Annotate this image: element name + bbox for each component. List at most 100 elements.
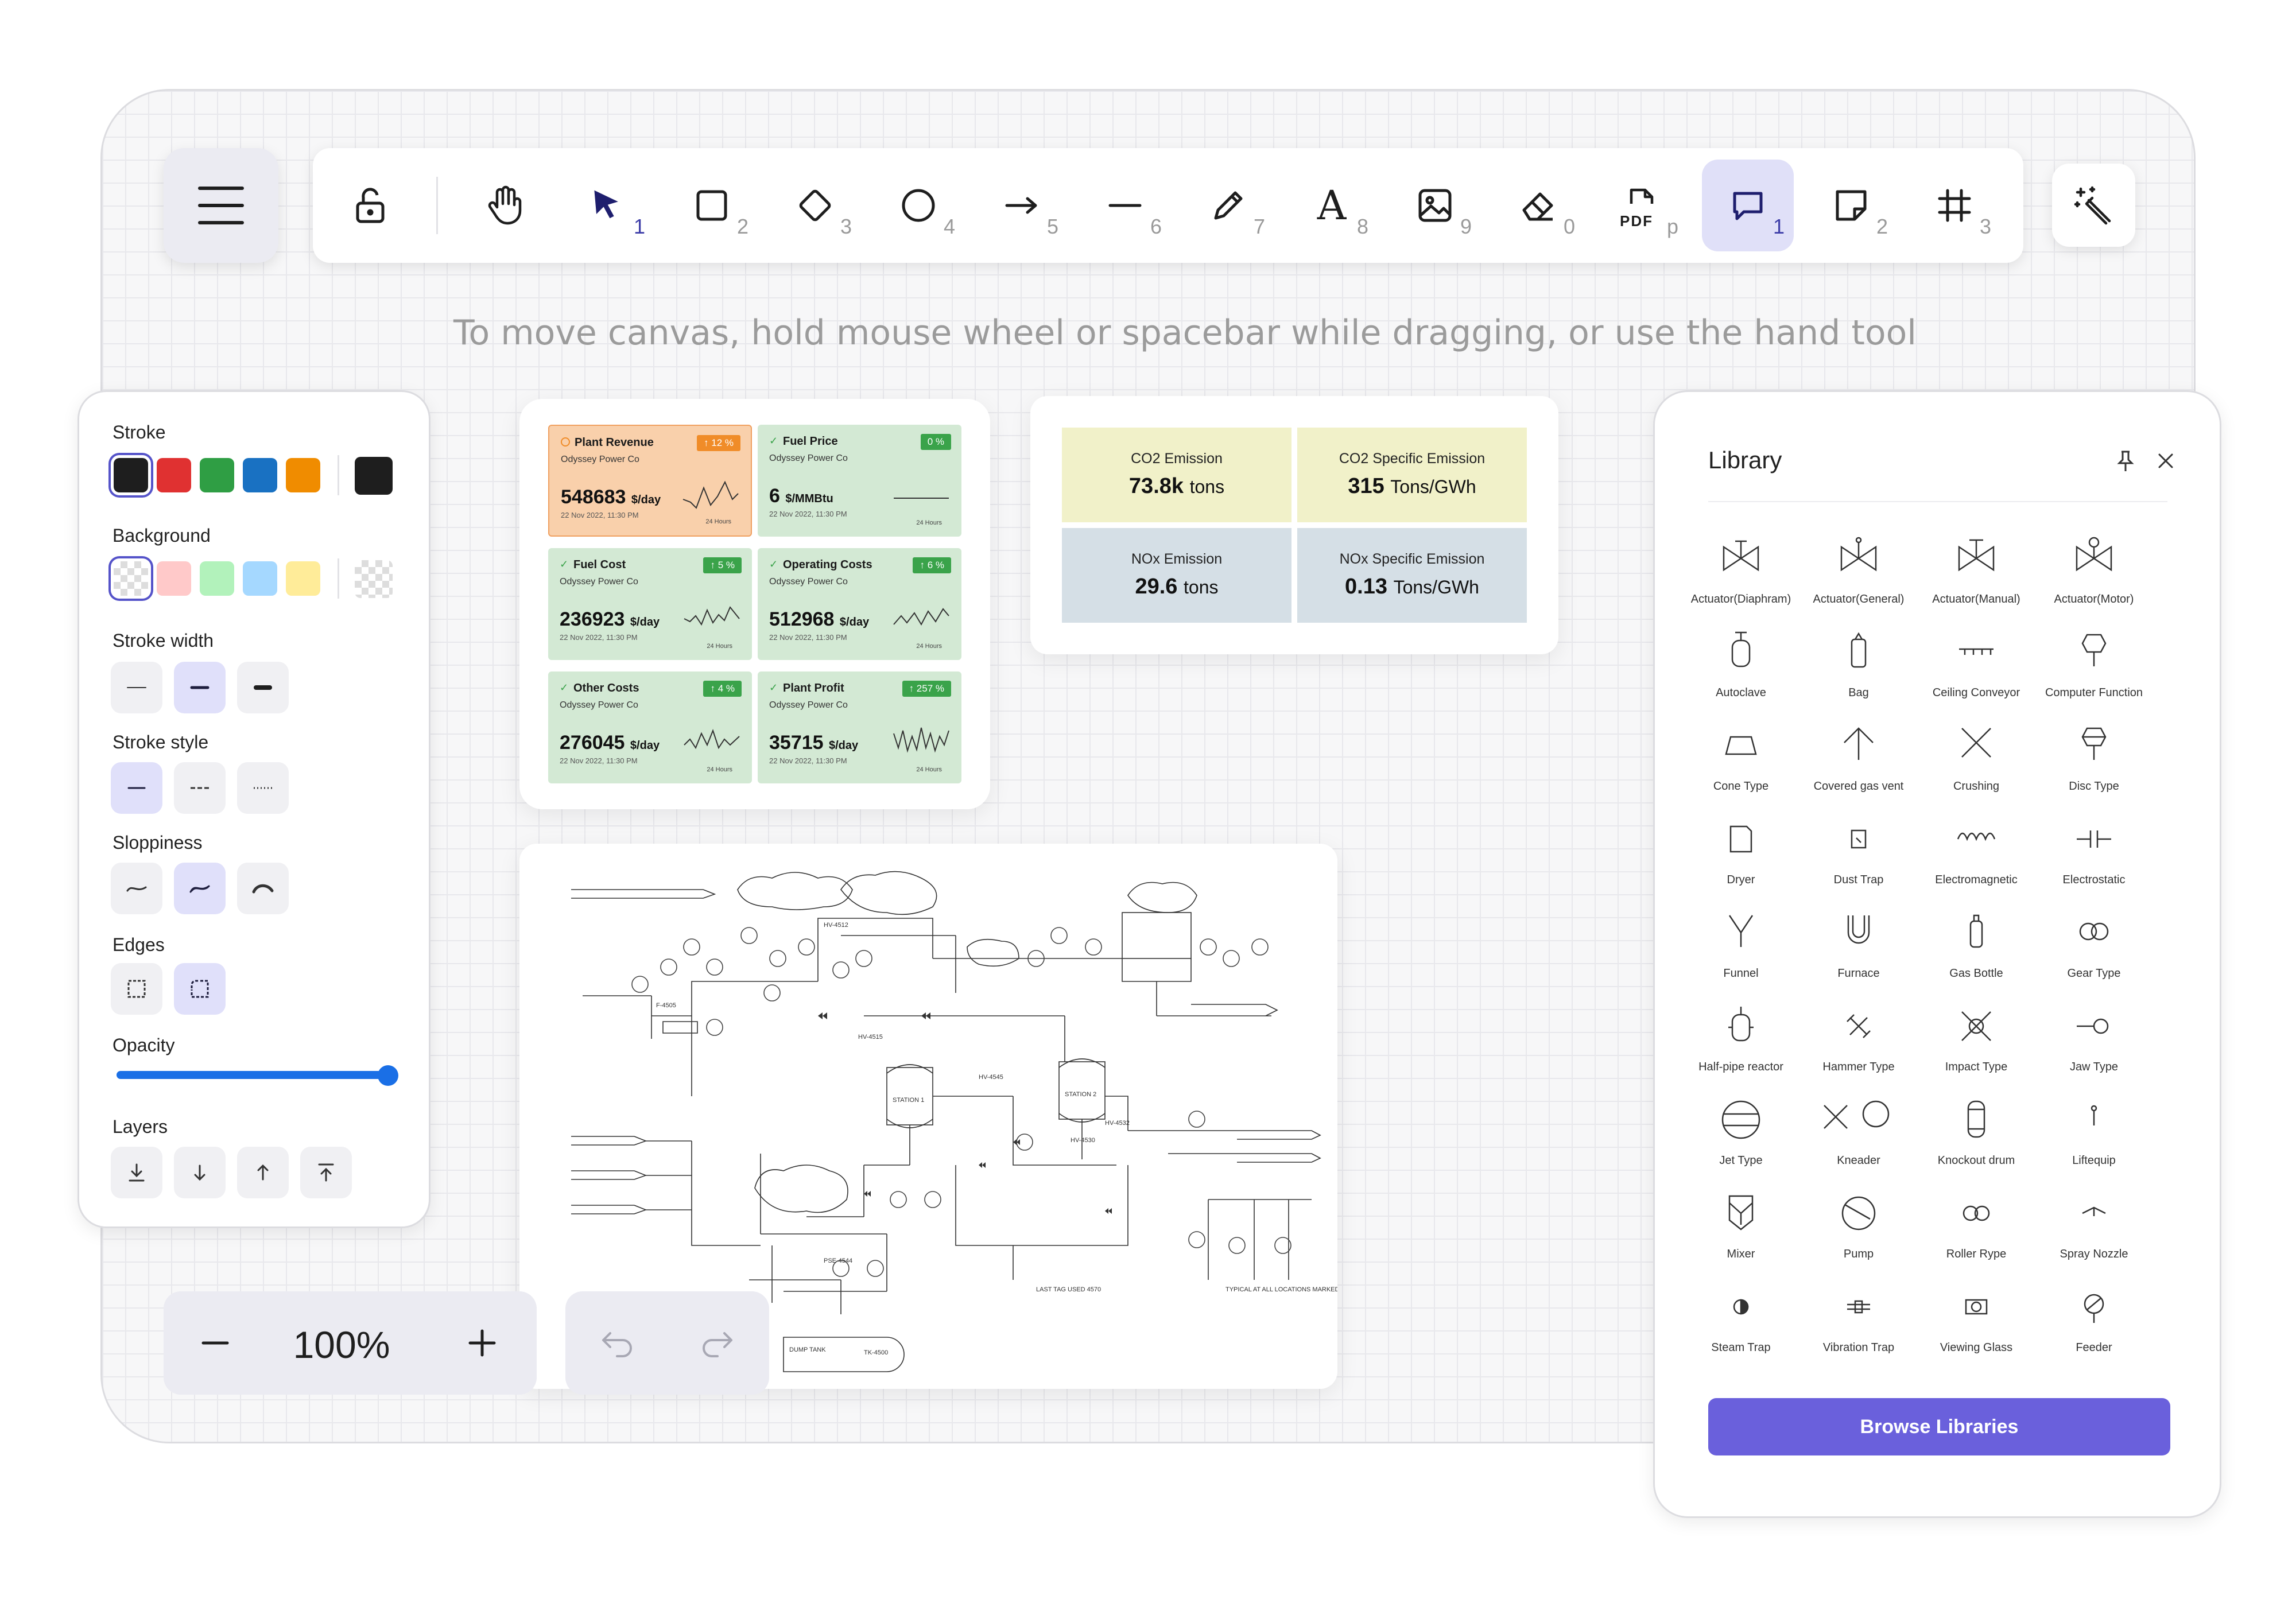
shortcut-key: 1 bbox=[1773, 215, 1785, 238]
stroke-color-red[interactable] bbox=[157, 458, 191, 492]
image-tool-button[interactable]: 9 bbox=[1389, 160, 1481, 251]
magic-wand-button[interactable] bbox=[2052, 164, 2135, 247]
stroke-width-bold[interactable] bbox=[174, 662, 226, 713]
close-library-button[interactable] bbox=[2154, 449, 2177, 472]
diagram-label: PSE-4544 bbox=[824, 1257, 852, 1264]
stroke-width-thin[interactable] bbox=[111, 662, 162, 713]
library-item-pump[interactable]: Pump bbox=[1795, 1190, 1922, 1276]
stroke-color-green[interactable] bbox=[200, 458, 234, 492]
library-item-mixer[interactable]: Mixer bbox=[1678, 1190, 1804, 1276]
redo-button[interactable] bbox=[695, 1320, 740, 1366]
diamond-tool-button[interactable]: 3 bbox=[769, 160, 861, 251]
frame-tool-button[interactable]: 3 bbox=[1909, 160, 2000, 251]
library-item-actuator-manual[interactable]: Actuator(Manual) bbox=[1913, 535, 2039, 622]
selection-tool-button[interactable]: 1 bbox=[563, 160, 654, 251]
stroke-style-dashed[interactable] bbox=[174, 762, 226, 814]
library-item-electrostatic[interactable]: Electrostatic bbox=[2031, 816, 2157, 902]
kpi-dashboard-card[interactable]: Plant Revenue Odyssey Power Co 548683 $/… bbox=[519, 399, 990, 809]
background-transparent[interactable] bbox=[114, 561, 148, 596]
library-item-viewing-glass[interactable]: Viewing Glass bbox=[1913, 1284, 2039, 1370]
library-item-roller-rype[interactable]: Roller Rype bbox=[1913, 1190, 2039, 1276]
opacity-slider-track[interactable] bbox=[117, 1071, 389, 1079]
library-item-cone-type[interactable]: Cone Type bbox=[1678, 723, 1804, 809]
edges-round[interactable] bbox=[174, 963, 226, 1015]
background-color-blue[interactable] bbox=[243, 561, 277, 596]
library-item-vibration-trap[interactable]: Vibration Trap bbox=[1795, 1284, 1922, 1370]
library-item-furnace[interactable]: Furnace bbox=[1795, 910, 1922, 996]
library-item-computer-function[interactable]: Computer Function bbox=[2031, 629, 2157, 715]
library-item-dryer[interactable]: Dryer bbox=[1678, 816, 1804, 902]
background-color-yellow[interactable] bbox=[286, 561, 320, 596]
rectangle-tool-button[interactable]: 2 bbox=[666, 160, 758, 251]
library-item-half-pipe-reactor[interactable]: Half-pipe reactor bbox=[1678, 1003, 1804, 1089]
library-item-actuator-general[interactable]: Actuator(General) bbox=[1795, 535, 1922, 622]
sloppiness-cartoonist[interactable] bbox=[237, 863, 289, 914]
library-item-gear-type[interactable]: Gear Type bbox=[2031, 910, 2157, 996]
library-item-actuator-motor[interactable]: Actuator(Motor) bbox=[2031, 535, 2157, 622]
stroke-style-solid[interactable] bbox=[111, 762, 162, 814]
library-item-liftequip[interactable]: Liftequip bbox=[2031, 1097, 2157, 1183]
stroke-width-extra-bold[interactable] bbox=[237, 662, 289, 713]
library-item-label: Computer Function bbox=[2045, 686, 2143, 699]
lock-tool-button[interactable] bbox=[324, 160, 416, 251]
library-item-steam-trap[interactable]: Steam Trap bbox=[1678, 1284, 1804, 1370]
library-item-ceiling-conveyor[interactable]: Ceiling Conveyor bbox=[1913, 629, 2039, 715]
ellipse-tool-button[interactable]: 4 bbox=[872, 160, 964, 251]
viewing-glass-icon bbox=[1965, 1299, 1988, 1315]
opacity-slider-thumb[interactable] bbox=[378, 1065, 398, 1086]
main-menu-button[interactable] bbox=[164, 148, 278, 263]
library-item-spray-nozzle[interactable]: Spray Nozzle bbox=[2031, 1190, 2157, 1276]
zoom-in-button[interactable] bbox=[456, 1317, 508, 1369]
impact-type-icon bbox=[1961, 1011, 1991, 1041]
emissions-card[interactable]: CO2 Emission 73.8k tons CO2 Specific Emi… bbox=[1030, 396, 1558, 654]
library-item-jaw-type[interactable]: Jaw Type bbox=[2031, 1003, 2157, 1089]
undo-button[interactable] bbox=[594, 1320, 640, 1366]
sloppiness-architect[interactable] bbox=[111, 863, 162, 914]
background-color-green[interactable] bbox=[200, 561, 234, 596]
library-item-feeder[interactable]: Feeder bbox=[2031, 1284, 2157, 1370]
library-item-autoclave[interactable]: Autoclave bbox=[1678, 629, 1804, 715]
browse-libraries-button[interactable]: Browse Libraries bbox=[1708, 1398, 2170, 1455]
comment-tool-button[interactable]: 1 bbox=[1702, 160, 1794, 251]
library-item-jet-type[interactable]: Jet Type bbox=[1678, 1097, 1804, 1183]
bring-to-front-button[interactable] bbox=[300, 1147, 352, 1198]
sticky-note-tool-button[interactable]: 2 bbox=[1805, 160, 1897, 251]
library-item-knockout-drum[interactable]: Knockout drum bbox=[1913, 1097, 2039, 1183]
background-color-pink[interactable] bbox=[157, 561, 191, 596]
library-item-bag[interactable]: Bag bbox=[1795, 629, 1922, 715]
send-to-back-button[interactable] bbox=[111, 1147, 162, 1198]
edges-sharp[interactable] bbox=[111, 963, 162, 1015]
background-current-color[interactable] bbox=[355, 560, 393, 598]
stroke-color-blue[interactable] bbox=[243, 458, 277, 492]
library-item-disc-type[interactable]: Disc Type bbox=[2031, 723, 2157, 809]
library-item-covered-gas-vent[interactable]: Covered gas vent bbox=[1795, 723, 1922, 809]
library-item-funnel[interactable]: Funnel bbox=[1678, 910, 1804, 996]
library-item-impact-type[interactable]: Impact Type bbox=[1913, 1003, 2039, 1089]
text-tool-button[interactable]: A 8 bbox=[1286, 160, 1378, 251]
stroke-color-black[interactable] bbox=[114, 458, 148, 492]
stroke-color-orange[interactable] bbox=[286, 458, 320, 492]
library-item-electromagnetic[interactable]: Electromagnetic bbox=[1913, 816, 2039, 902]
stroke-current-color[interactable] bbox=[355, 457, 393, 495]
draw-tool-button[interactable]: 7 bbox=[1182, 160, 1274, 251]
library-item-dust-trap[interactable]: Dust Trap bbox=[1795, 816, 1922, 902]
bring-forward-button[interactable] bbox=[237, 1147, 289, 1198]
library-item-label: Dryer bbox=[1727, 874, 1755, 886]
sloppiness-artist[interactable] bbox=[174, 863, 226, 914]
library-item-hammer-type[interactable]: Hammer Type bbox=[1795, 1003, 1922, 1089]
library-item-kneader[interactable]: Kneader bbox=[1795, 1097, 1922, 1183]
hand-tool-button[interactable] bbox=[459, 160, 551, 251]
zoom-out-button[interactable] bbox=[189, 1317, 241, 1369]
library-item-actuator-diaphram[interactable]: Actuator(Diaphram) bbox=[1678, 535, 1804, 622]
library-item-crushing[interactable]: Crushing bbox=[1913, 723, 2039, 809]
stroke-style-dotted[interactable] bbox=[237, 762, 289, 814]
pin-button[interactable] bbox=[2114, 449, 2137, 472]
library-item-gas-bottle[interactable]: Gas Bottle bbox=[1913, 910, 2039, 996]
library-item-label: Dust Trap bbox=[1833, 874, 1884, 886]
zoom-level[interactable]: 100% bbox=[278, 1323, 405, 1367]
send-backward-button[interactable] bbox=[174, 1147, 226, 1198]
line-tool-button[interactable]: 6 bbox=[1079, 160, 1171, 251]
arrow-tool-button[interactable]: 5 bbox=[976, 160, 1068, 251]
eraser-tool-button[interactable]: 0 bbox=[1492, 160, 1584, 251]
pdf-tool-button[interactable]: PDF p bbox=[1596, 160, 1688, 251]
